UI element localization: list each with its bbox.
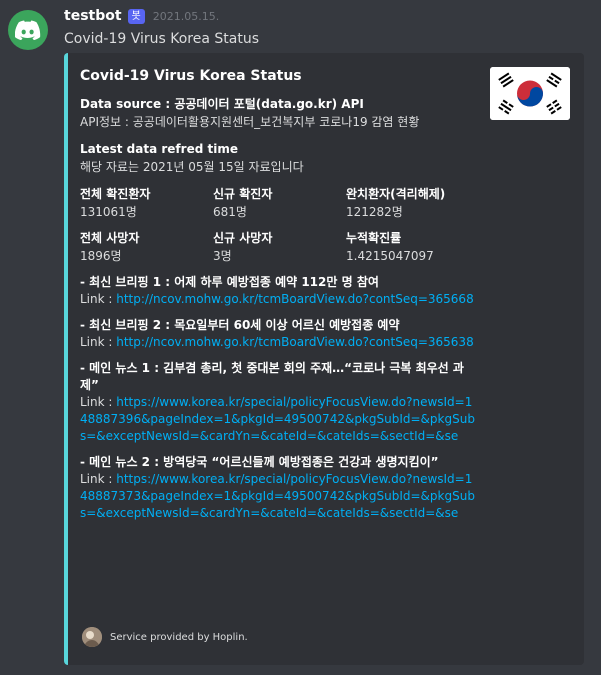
field-value: 121282명 bbox=[346, 205, 403, 219]
link-label: Link : bbox=[80, 292, 117, 306]
field-name: 신규 사망자 bbox=[213, 231, 273, 245]
news-link-row: Link : https://www.korea.kr/special/poli… bbox=[80, 394, 476, 445]
news-link-row: Link : http://ncov.mohw.go.kr/tcmBoardVi… bbox=[80, 291, 476, 308]
bot-avatar[interactable] bbox=[8, 10, 48, 50]
field-value: 681명 bbox=[213, 205, 247, 219]
stats-grid: 전체 확진환자 131061명 신규 확진자 681명 완치환자(격리해제) 1… bbox=[80, 186, 476, 274]
timestamp: 2021.05.15. bbox=[152, 9, 220, 23]
news-title: - 최신 브리핑 2 : 목요일부터 60세 이상 어르신 예방접종 예약 bbox=[80, 318, 400, 332]
embed-footer: Service provided by Hoplin. bbox=[82, 627, 248, 647]
news-item: - 메인 뉴스 1 : 김부겸 총리, 첫 중대본 회의 주재…“코로나 극복 … bbox=[80, 360, 476, 445]
news-link[interactable]: https://www.korea.kr/special/policyFocus… bbox=[80, 395, 475, 443]
field-value: 3명 bbox=[213, 249, 232, 263]
field-name: 완치환자(격리해제) bbox=[346, 187, 446, 201]
link-label: Link : bbox=[80, 335, 117, 349]
news-item: - 최신 브리핑 1 : 어제 하루 예방접종 예약 112만 명 참여 Lin… bbox=[80, 274, 476, 308]
news-link[interactable]: https://www.korea.kr/special/policyFocus… bbox=[80, 472, 475, 520]
embed-thumbnail[interactable] bbox=[490, 67, 570, 120]
news-title: - 메인 뉴스 2 : 방역당국 “어르신들께 예방접종은 건강과 생명지킴이” bbox=[80, 455, 439, 469]
field-latest-data: Latest data refred time 해당 자료는 2021년 05월… bbox=[80, 141, 476, 176]
field-name: 신규 확진자 bbox=[213, 187, 273, 201]
field-value: 1896명 bbox=[80, 249, 122, 263]
news-link-row: Link : https://www.korea.kr/special/poli… bbox=[80, 471, 476, 522]
message-header: testbot 봇 2021.05.15. bbox=[64, 8, 219, 24]
embed: Covid-19 Virus Korea Status Data source … bbox=[64, 53, 584, 665]
link-label: Link : bbox=[80, 395, 117, 409]
south-korea-flag-icon bbox=[490, 67, 570, 120]
news-link[interactable]: http://ncov.mohw.go.kr/tcmBoardView.do?c… bbox=[116, 292, 473, 306]
field-name: 전체 사망자 bbox=[80, 231, 140, 245]
stat-total-confirmed: 전체 확진환자 131061명 bbox=[80, 186, 213, 221]
field-value: API정보 : 공공데이터활용지원센터_보건복지부 코로나19 감염 현황 bbox=[80, 115, 420, 129]
news-title: - 최신 브리핑 1 : 어제 하루 예방접종 예약 112만 명 참여 bbox=[80, 275, 379, 289]
news-title: - 메인 뉴스 1 : 김부겸 총리, 첫 중대본 회의 주재…“코로나 극복 … bbox=[80, 361, 464, 392]
discord-logo-icon bbox=[15, 20, 41, 40]
news-link[interactable]: http://ncov.mohw.go.kr/tcmBoardView.do?c… bbox=[116, 335, 473, 349]
field-name: 누적확진률 bbox=[346, 231, 402, 245]
embed-title: Covid-19 Virus Korea Status bbox=[80, 68, 302, 84]
stat-new-confirmed: 신규 확진자 681명 bbox=[213, 186, 346, 221]
stat-total-deaths: 전체 사망자 1896명 bbox=[80, 230, 213, 265]
news-link-row: Link : http://ncov.mohw.go.kr/tcmBoardVi… bbox=[80, 334, 476, 351]
field-name: 전체 확진환자 bbox=[80, 187, 151, 201]
message-content: Covid-19 Virus Korea Status bbox=[64, 31, 260, 47]
footer-text: Service provided by Hoplin. bbox=[110, 631, 248, 643]
field-value: 해당 자료는 2021년 05월 15일 자료입니다 bbox=[80, 160, 304, 174]
field-name: Latest data refred time bbox=[80, 142, 238, 156]
news-item: - 메인 뉴스 2 : 방역당국 “어르신들께 예방접종은 건강과 생명지킴이”… bbox=[80, 454, 476, 522]
field-data-source: Data source : 공공데이터 포털(data.go.kr) API A… bbox=[80, 96, 476, 131]
field-value: 1.4215047097 bbox=[346, 249, 434, 263]
news-item: - 최신 브리핑 2 : 목요일부터 60세 이상 어르신 예방접종 예약 Li… bbox=[80, 317, 476, 351]
embed-body: Covid-19 Virus Korea Status Data source … bbox=[80, 67, 476, 531]
stat-cumulative-rate: 누적확진률 1.4215047097 bbox=[346, 230, 476, 265]
footer-avatar-icon bbox=[82, 627, 102, 647]
link-label: Link : bbox=[80, 472, 117, 486]
stat-new-deaths: 신규 사망자 3명 bbox=[213, 230, 346, 265]
stat-recovered: 완치환자(격리해제) 121282명 bbox=[346, 186, 476, 221]
bot-tag: 봇 bbox=[127, 8, 145, 24]
username[interactable]: testbot bbox=[64, 8, 122, 24]
field-name: Data source : 공공데이터 포털(data.go.kr) API bbox=[80, 97, 364, 111]
field-value: 131061명 bbox=[80, 205, 137, 219]
